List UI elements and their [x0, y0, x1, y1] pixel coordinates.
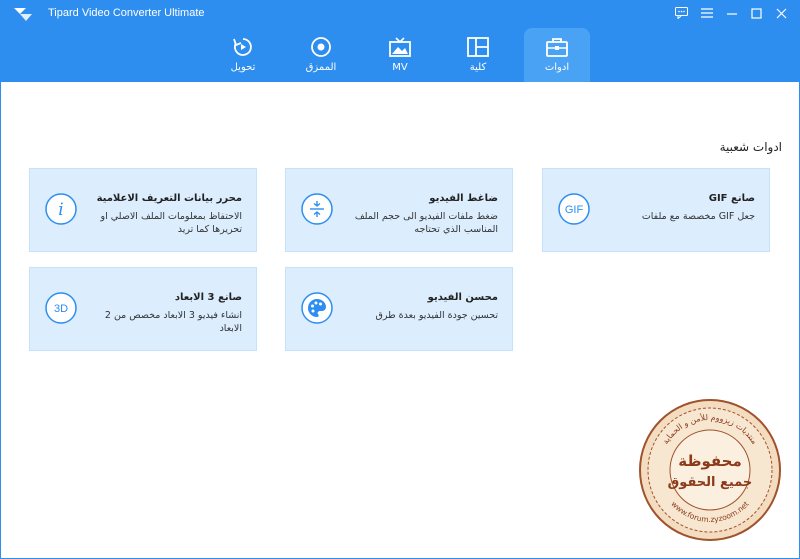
- tab-label: ادوات: [544, 62, 570, 73]
- maximize-icon[interactable]: [744, 4, 769, 22]
- minimize-icon[interactable]: [719, 4, 744, 22]
- card-title: محسن الفيديو: [427, 292, 498, 303]
- window-controls: [669, 4, 794, 22]
- tab-toolbox[interactable]: ادوات: [524, 28, 590, 82]
- mv-icon: [389, 37, 411, 57]
- svg-text:GIF: GIF: [565, 204, 584, 216]
- app-title: Tipard Video Converter Ultimate: [48, 7, 205, 19]
- section-title: ادوات شعبية: [719, 140, 782, 154]
- 3d-icon: 3D: [45, 292, 77, 324]
- toolbox-icon: [546, 38, 568, 57]
- menu-icon[interactable]: [694, 4, 719, 22]
- card-description: ضغط ملفات الفيديو الى حجم الملف المناسب …: [354, 211, 498, 235]
- tab-label: كلية: [469, 62, 487, 73]
- collage-icon: [467, 37, 489, 57]
- card-title: ضاغط الفيديو: [429, 193, 498, 204]
- title-bar: Tipard Video Converter Ultimate تحويل ال…: [0, 0, 800, 82]
- card-description: جعل GIF مخصصة مع ملفات: [641, 211, 755, 222]
- info-icon: i: [45, 193, 77, 225]
- card-title: صانع 3 الابعاد: [174, 292, 242, 303]
- compress-icon: [301, 193, 333, 225]
- card-title: محرر بيانات التعريف الاعلامية: [96, 193, 242, 204]
- tab-label: تحويل: [230, 62, 256, 73]
- watermark-stamp: منتديات زيزووم للأمن و الحماية www.forum…: [639, 399, 781, 541]
- main-tabs: تحويل الممزق MV كلية ادوات: [0, 28, 800, 82]
- svg-text:جميع الحقوق: جميع الحقوق: [668, 475, 753, 490]
- gif-icon: GIF: [558, 193, 590, 225]
- ripper-icon: [311, 37, 331, 57]
- svg-text:i: i: [58, 200, 63, 220]
- video-enhancer-card[interactable]: محسن الفيديو تحسين جودة الفيديو بعدة طرق: [285, 267, 513, 351]
- card-description: انشاء فيديو 3 الابعاد مخصص من 2 الابعاد: [104, 310, 242, 334]
- palette-icon: [301, 292, 333, 324]
- gif-maker-card[interactable]: GIF صانع GIF جعل GIF مخصصة مع ملفات: [542, 168, 770, 252]
- tab-label: MV: [392, 62, 408, 73]
- svg-text:محفوظة: محفوظة: [678, 452, 742, 470]
- tab-convert[interactable]: تحويل: [210, 28, 276, 82]
- close-icon[interactable]: [769, 4, 794, 22]
- app-logo-icon: [14, 8, 32, 21]
- tab-mv[interactable]: MV: [367, 28, 433, 82]
- tab-label: الممزق: [305, 62, 337, 73]
- video-compressor-card[interactable]: ضاغط الفيديو ضغط ملفات الفيديو الى حجم ا…: [285, 168, 513, 252]
- feedback-icon[interactable]: [669, 4, 694, 22]
- tab-ripper[interactable]: الممزق: [288, 28, 354, 82]
- svg-text:3D: 3D: [54, 303, 68, 315]
- card-title: صانع GIF: [708, 193, 755, 204]
- card-description: تحسين جودة الفيديو بعدة طرق: [375, 310, 498, 321]
- tab-collage[interactable]: كلية: [445, 28, 511, 82]
- convert-icon: [233, 38, 252, 56]
- 3d-maker-card[interactable]: 3D صانع 3 الابعاد انشاء فيديو 3 الابعاد …: [29, 267, 257, 351]
- metadata-editor-card[interactable]: i محرر بيانات التعريف الاعلامية الاحتفاظ…: [29, 168, 257, 252]
- card-description: الاحتفاظ بمعلومات الملف الاصلي او تحريره…: [100, 211, 242, 235]
